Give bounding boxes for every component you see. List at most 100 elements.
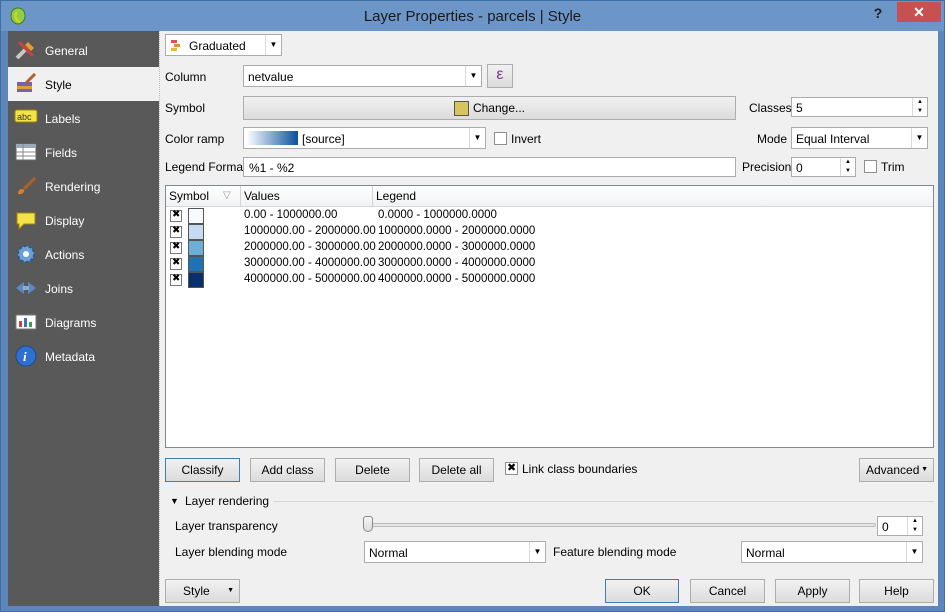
collapse-arrow-icon[interactable]: ▼	[170, 496, 179, 506]
chevron-down-icon: ▼	[465, 66, 481, 86]
classes-spinbox[interactable]: 5 ▲ ▼	[791, 97, 928, 117]
table-row[interactable]: 2000000.00 - 3000000.002000000.0000 - 30…	[166, 240, 933, 256]
sidebar: General Style abc Labels Fields Rendering Disp…	[8, 31, 159, 606]
title-bar[interactable]: Layer Properties - parcels | Style ? ✕	[1, 1, 944, 31]
sidebar-item-general[interactable]: General	[8, 33, 159, 67]
precision-spinbox[interactable]: 0 ▲ ▼	[791, 157, 856, 177]
sidebar-item-fields[interactable]: Fields	[8, 135, 159, 169]
renderer-type-value: Graduated	[189, 39, 246, 53]
class-visible-checkbox[interactable]	[170, 225, 182, 238]
class-legend-cell[interactable]: 4000000.0000 - 5000000.0000	[378, 273, 535, 285]
layer-blending-value: Normal	[369, 546, 408, 560]
sidebar-item-label: Diagrams	[45, 316, 97, 330]
link-boundaries-checkbox[interactable]	[505, 461, 518, 475]
feature-blending-select[interactable]: Normal ▼	[741, 541, 923, 563]
sidebar-item-rendering[interactable]: Rendering	[8, 169, 159, 203]
chevron-down-icon: ▼	[265, 35, 281, 55]
sidebar-item-label: Rendering	[45, 180, 101, 194]
sidebar-item-display[interactable]: Display	[8, 203, 159, 237]
sidebar-item-metadata[interactable]: i Metadata	[8, 339, 159, 373]
class-color-swatch[interactable]	[188, 208, 204, 224]
class-values-cell[interactable]: 3000000.00 - 4000000.00	[244, 257, 376, 269]
spinner-arrows-icon[interactable]: ▲ ▼	[907, 517, 922, 535]
symbol-label: Symbol	[165, 101, 206, 115]
paintbrush-icon	[14, 72, 38, 95]
table-icon	[14, 141, 38, 163]
class-values-cell[interactable]: 1000000.00 - 2000000.00	[244, 225, 376, 237]
class-visible-checkbox[interactable]	[170, 209, 182, 222]
ok-button[interactable]: OK	[605, 579, 679, 603]
classify-button[interactable]: Classify	[165, 458, 240, 482]
invert-checkbox[interactable]	[494, 132, 507, 145]
chevron-down-icon: ▼	[911, 128, 927, 148]
class-visible-checkbox[interactable]	[170, 273, 182, 286]
sidebar-item-style[interactable]: Style	[8, 67, 159, 101]
sidebar-item-actions[interactable]: Actions	[8, 237, 159, 271]
trim-checkbox[interactable]	[864, 160, 877, 173]
delete-button[interactable]: Delete	[335, 458, 410, 482]
dialog-client-area: General Style abc Labels Fields Rendering Disp…	[8, 31, 938, 606]
help-button[interactable]: Help	[859, 579, 934, 603]
table-row[interactable]: 1000000.00 - 2000000.001000000.0000 - 20…	[166, 224, 933, 240]
legend-format-input[interactable]: %1 - %2	[243, 157, 736, 177]
transparency-spinbox[interactable]: 0 ▲ ▼	[877, 516, 923, 536]
classes-table[interactable]: Symbol ▽ Values Legend 0.00 - 1000000.00…	[165, 185, 934, 448]
class-color-swatch[interactable]	[188, 256, 204, 272]
color-ramp-label: Color ramp	[165, 132, 225, 146]
header-legend[interactable]: Legend	[373, 186, 933, 206]
renderer-type-select[interactable]: Graduated ▼	[165, 34, 282, 56]
apply-button[interactable]: Apply	[775, 579, 850, 603]
table-row[interactable]: 4000000.00 - 5000000.004000000.0000 - 50…	[166, 272, 933, 288]
table-row[interactable]: 0.00 - 1000000.00 0.0000 - 1000000.0000	[166, 208, 933, 224]
feature-blending-label: Feature blending mode	[553, 545, 677, 559]
cancel-button[interactable]: Cancel	[690, 579, 765, 603]
help-title-button[interactable]: ?	[865, 5, 891, 23]
add-class-button[interactable]: Add class	[250, 458, 325, 482]
delete-all-button[interactable]: Delete all	[419, 458, 494, 482]
sidebar-item-joins[interactable]: Joins	[8, 271, 159, 305]
class-color-swatch[interactable]	[188, 224, 204, 240]
class-visible-checkbox[interactable]	[170, 241, 182, 254]
style-menu-label: Style	[183, 584, 210, 598]
class-visible-checkbox[interactable]	[170, 257, 182, 270]
transparency-slider-track[interactable]	[370, 523, 876, 527]
sidebar-item-diagrams[interactable]: Diagrams	[8, 305, 159, 339]
class-legend-cell[interactable]: 2000000.0000 - 3000000.0000	[378, 241, 535, 253]
blending-mode-label: Layer blending mode	[175, 545, 288, 559]
group-divider	[273, 501, 934, 502]
class-values-cell[interactable]: 0.00 - 1000000.00	[244, 209, 337, 221]
close-button[interactable]: ✕	[897, 2, 941, 22]
sidebar-item-label: Labels	[45, 112, 81, 126]
table-row[interactable]: 3000000.00 - 4000000.003000000.0000 - 40…	[166, 256, 933, 272]
sidebar-item-labels[interactable]: abc Labels	[8, 101, 159, 135]
column-select[interactable]: netvalue ▼	[243, 65, 482, 87]
class-values-cell[interactable]: 4000000.00 - 5000000.00	[244, 273, 376, 285]
class-values-cell[interactable]: 2000000.00 - 3000000.00	[244, 241, 376, 253]
layer-rendering-title[interactable]: Layer rendering	[185, 494, 269, 508]
class-legend-cell[interactable]: 1000000.0000 - 2000000.0000	[378, 225, 535, 237]
header-symbol[interactable]: Symbol ▽	[166, 186, 241, 206]
header-values[interactable]: Values	[241, 186, 373, 206]
mode-select[interactable]: Equal Interval ▼	[791, 127, 928, 149]
sidebar-item-label: Style	[45, 78, 72, 92]
splitter-handle[interactable]	[159, 31, 164, 606]
class-color-swatch[interactable]	[188, 240, 204, 256]
chevron-down-icon: ▼	[906, 542, 922, 562]
header-symbol-label: Symbol	[169, 189, 210, 203]
spinner-arrows-icon[interactable]: ▲ ▼	[840, 158, 855, 176]
class-legend-cell[interactable]: 3000000.0000 - 4000000.0000	[378, 257, 535, 269]
class-legend-cell[interactable]: 0.0000 - 1000000.0000	[378, 209, 497, 221]
column-value: netvalue	[248, 70, 294, 84]
class-color-swatch[interactable]	[188, 272, 204, 288]
spinner-arrows-icon[interactable]: ▲ ▼	[912, 98, 927, 116]
dialog-window: Layer Properties - parcels | Style ? ✕ G…	[0, 0, 945, 612]
advanced-button[interactable]: Advanced ▼	[859, 458, 934, 482]
change-symbol-button[interactable]: Change...	[243, 96, 736, 120]
window-title: Layer Properties - parcels | Style	[363, 8, 582, 25]
color-ramp-select[interactable]: [source] ▼	[243, 127, 486, 149]
transparency-slider-handle[interactable]	[363, 516, 373, 532]
expression-button[interactable]: ε	[487, 64, 513, 88]
style-menu-button[interactable]: Style ▼	[165, 579, 240, 603]
sidebar-item-label: Metadata	[45, 350, 96, 364]
layer-blending-select[interactable]: Normal ▼	[364, 541, 546, 563]
